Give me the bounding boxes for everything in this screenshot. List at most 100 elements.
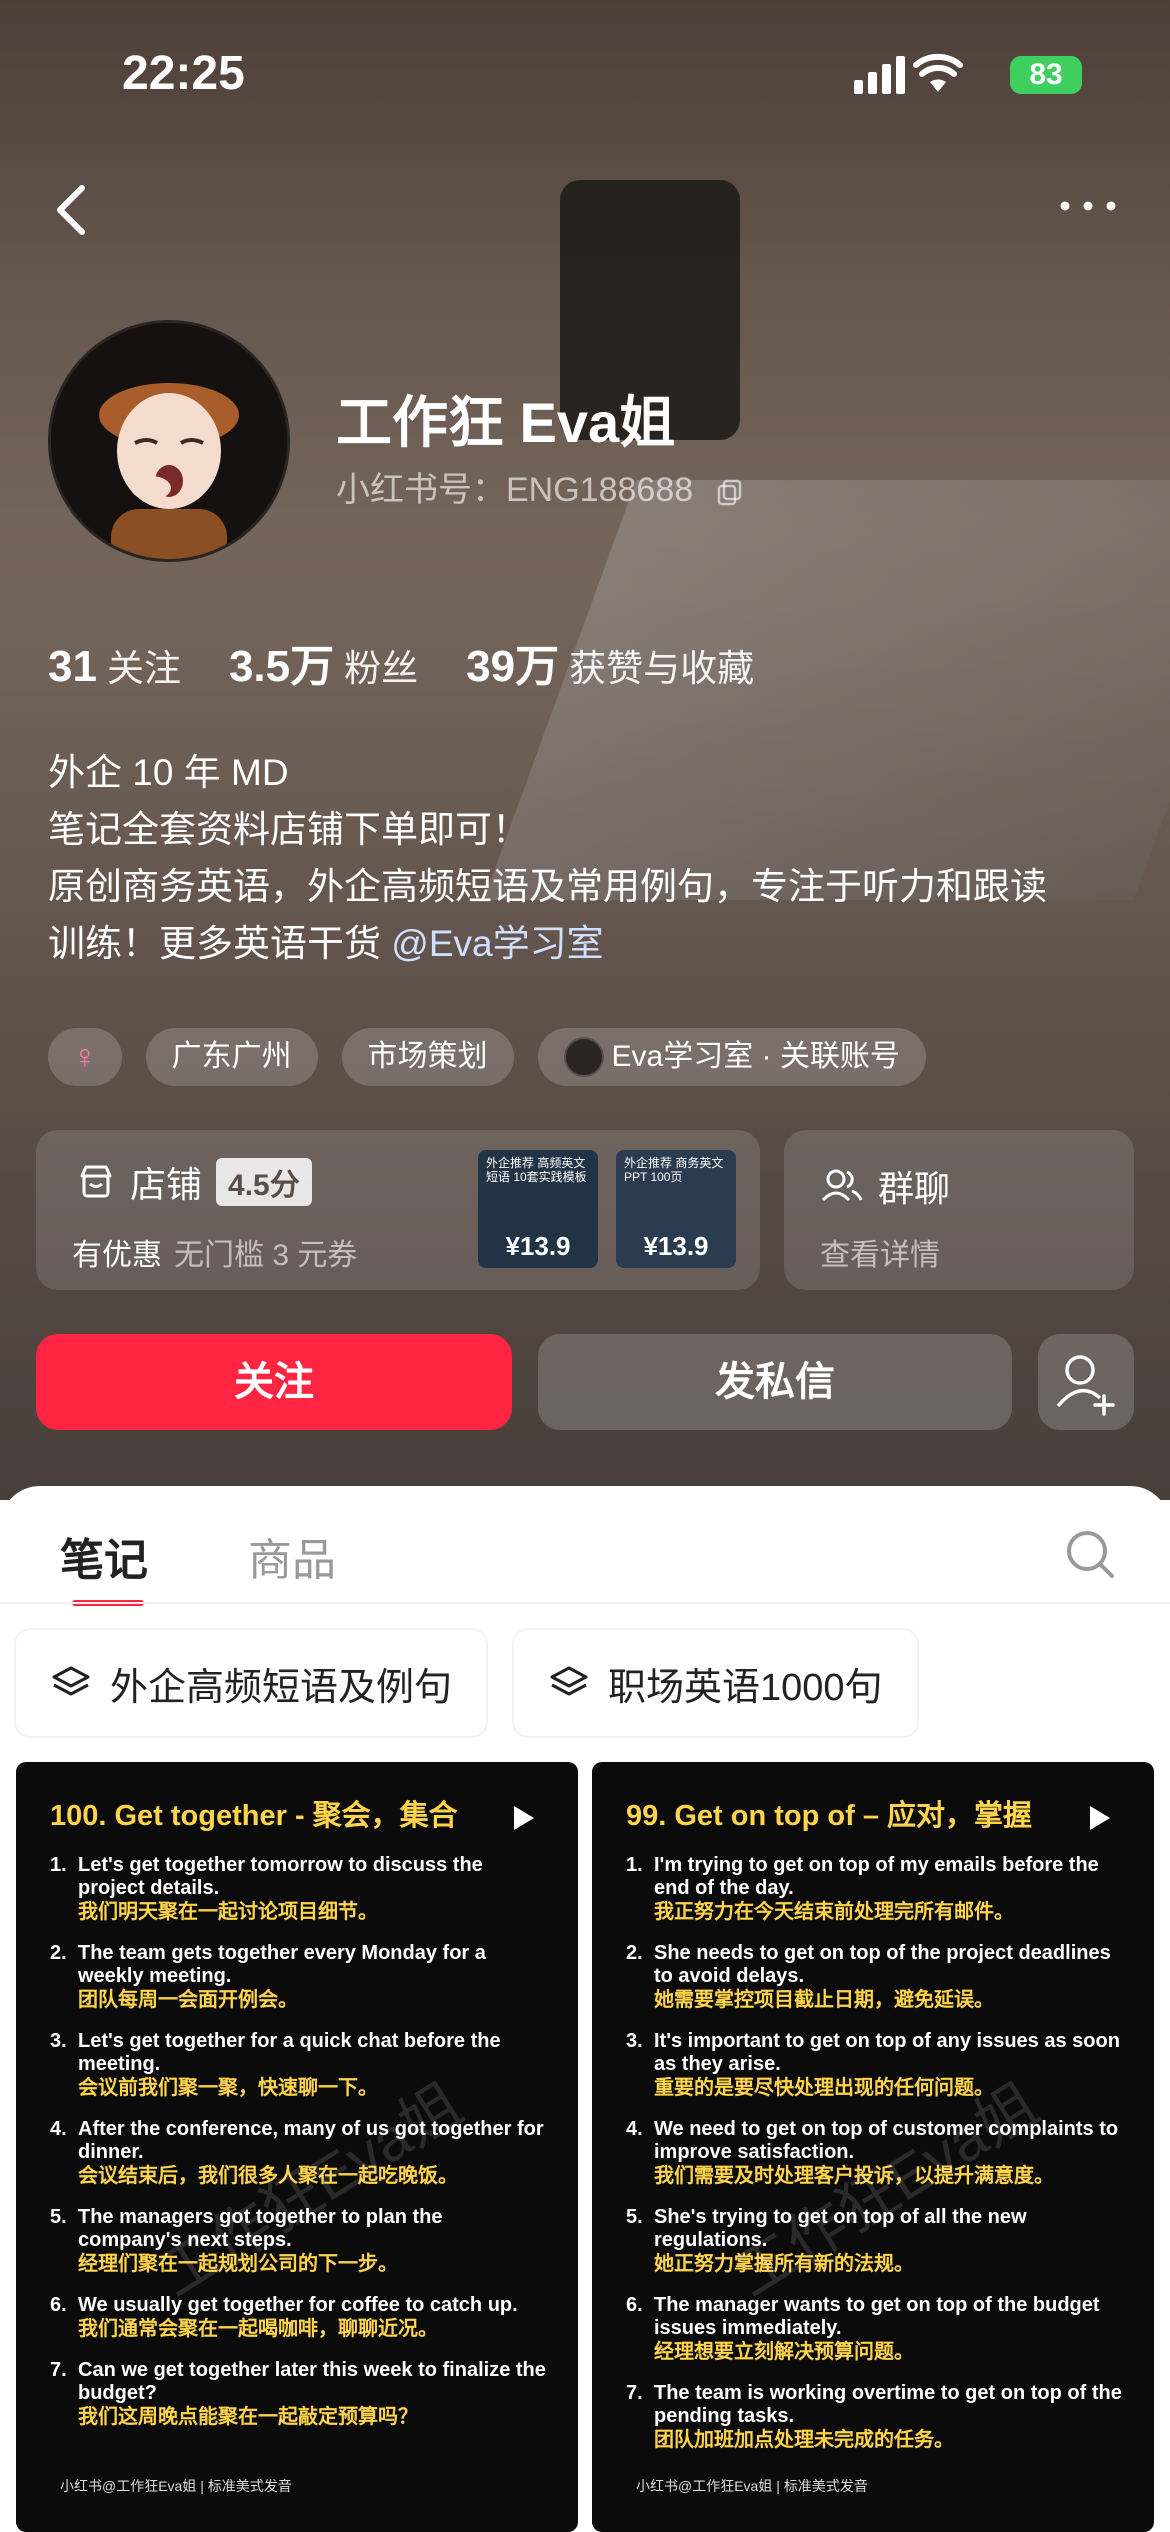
back-button[interactable] (44, 180, 104, 240)
stat-following-label: 关注 (106, 648, 181, 689)
stat-followers-label: 粉丝 (344, 648, 419, 689)
avatar-memoji-image (51, 323, 287, 559)
stat-likes[interactable]: 39万 获赞与收藏 (466, 630, 754, 694)
stat-likes-count: 39万 (466, 642, 560, 691)
note-item-zh: 我们通常会聚在一起喝咖啡，聊聊近况。 (78, 2318, 438, 2340)
group-chat-card[interactable]: 群聊 查看详情 (784, 1130, 1134, 1290)
note-item-en: Let's get together for a quick chat befo… (78, 2030, 501, 2075)
note-item: 2. The team gets together every Monday fo… (50, 1942, 550, 2012)
tabs-divider (0, 1602, 1170, 1604)
back-arrow-icon (57, 185, 85, 235)
profile-bio: 外企 10 年 MD 笔记全套资料店铺下单即可！ 原创商务英语，外企高频短语及常… (48, 744, 1128, 972)
note-footer: 小红书@工作狂Eva姐 | 标准美式发音 (636, 2478, 868, 2494)
product-thumb-title: 外企推荐 商务英文PPT 100页 (624, 1156, 724, 1184)
avatar[interactable] (48, 320, 290, 562)
product-thumb[interactable]: 外企推荐 商务英文PPT 100页 ¥13.9 (616, 1150, 736, 1268)
collections-row: 外企高频短语及例句 职场英语1000句 (16, 1630, 917, 1736)
content-tabs: 笔记 商品 (60, 1524, 336, 1606)
group-chat-title: 群聊 (878, 1168, 951, 1209)
shop-promo-label: 有优惠 (72, 1239, 162, 1272)
tab-goods[interactable]: 商品 (248, 1524, 336, 1588)
location-tag: 广东广州 (145, 1028, 318, 1086)
product-thumb-title: 外企推荐 高频英文短语 10套实践模板 (486, 1156, 587, 1184)
copy-icon[interactable] (715, 477, 745, 507)
note-item-en: Can we get together later this week to f… (78, 2359, 546, 2404)
stat-following[interactable]: 31 关注 (48, 638, 181, 692)
layers-icon (550, 1666, 588, 1696)
group-chat-icon (821, 1169, 863, 1202)
signal-wifi-icon (854, 53, 963, 94)
bio-line: 原创商务英语，外企高频短语及常用例句，专注于听力和跟读 (48, 866, 1047, 907)
shop-title-row: 店铺 4.5分 (76, 1156, 312, 1208)
tab-notes[interactable]: 笔记 (60, 1524, 148, 1606)
note-item-zh: 她需要掌控项目截止日期，避免延误。 (654, 1989, 994, 2011)
linked-account-label: Eva学习室 · 关联账号 (611, 1040, 900, 1073)
note-item-zh: 团队加班加点处理未完成的任务。 (654, 2429, 954, 2451)
group-chat-sub: 查看详情 (820, 1239, 940, 1272)
note-item: 1. Let's get together tomorrow to discuss… (50, 1854, 550, 1924)
note-item-zh: 经理想要立刻解决预算问题。 (654, 2341, 914, 2363)
message-button[interactable]: 发私信 (538, 1334, 1012, 1430)
battery-indicator: 83 (1010, 56, 1082, 94)
search-button[interactable] (1062, 1526, 1118, 1582)
note-item: 3. It's important to get on top of any is… (626, 2030, 1126, 2100)
note-item-zh: 会议前我们聚一聚，快速聊一下。 (78, 2077, 378, 2099)
profile-stats: 31 关注 3.5万 粉丝 39万 获赞与收藏 (48, 630, 754, 694)
add-friend-button[interactable] (1038, 1334, 1134, 1430)
collection-chip[interactable]: 外企高频短语及例句 (16, 1630, 487, 1736)
note-item-zh: 我正努力在今天结束前处理完所有邮件。 (654, 1901, 1014, 1923)
note-item-en: The team gets together every Monday for … (78, 1942, 486, 1987)
profile-tags: ♀ 广东广州 市场策划 Eva学习室 · 关联账号 (48, 1028, 926, 1086)
product-thumb[interactable]: 外企推荐 高频英文短语 10套实践模板 ¥13.9 (478, 1150, 598, 1268)
product-price: ¥13.9 (643, 1231, 709, 1261)
note-title: 99. Get on top of – 应对，掌握 (626, 1800, 1033, 1832)
note-item-en: The team is working overtime to get on t… (654, 2382, 1122, 2427)
bio-mention-link[interactable]: @Eva学习室 (391, 923, 603, 964)
profile-id[interactable]: 小红书号：ENG188688 (336, 462, 745, 511)
note-item: 7. Can we get together later this week to… (50, 2359, 550, 2429)
group-chat-title-row: 群聊 (820, 1160, 950, 1212)
note-item-en: It's important to get on top of any issu… (654, 2030, 1120, 2075)
note-item-zh: 团队每周一会面开例会。 (78, 1989, 298, 2011)
note-item: 2. She needs to get on top of the project… (626, 1942, 1126, 2012)
shop-score: 4.5分 (216, 1158, 312, 1206)
note-item-en: We usually get together for coffee to ca… (78, 2294, 518, 2316)
bio-line: 训练！更多英语干货 @Eva学习室 (48, 915, 1128, 972)
shop-icon (80, 1165, 112, 1198)
note-item: 3. Let's get together for a quick chat be… (50, 2030, 550, 2100)
shop-card[interactable]: 店铺 4.5分 有优惠 无门槛 3 元券 外企推荐 高频英文短语 10套实践模板 … (36, 1130, 760, 1290)
shop-title: 店铺 (130, 1164, 203, 1205)
follow-button[interactable]: 关注 (36, 1334, 512, 1430)
search-icon (1067, 1531, 1114, 1578)
note-item-zh: 重要的是要尽快处理出现的任何问题。 (654, 2077, 994, 2099)
note-item: 6. The manager wants to get on top of the… (626, 2294, 1126, 2364)
note-item-zh: 我们这周晚点能聚在一起敲定预算吗？ (78, 2406, 418, 2428)
shop-promo-detail: 无门槛 3 元券 (174, 1239, 358, 1272)
note-card[interactable]: 99. Get on top of – 应对，掌握 1. I'm trying t… (592, 1762, 1154, 2532)
linked-account-avatar (563, 1037, 604, 1077)
note-card[interactable]: 100. Get together - 聚会，集合 1. Let's get to… (16, 1762, 578, 2532)
layers-icon (52, 1666, 90, 1696)
product-price: ¥13.9 (505, 1231, 571, 1261)
note-item-en: The manager wants to get on top of the b… (654, 2294, 1100, 2339)
play-icon (1090, 1806, 1110, 1830)
stat-followers[interactable]: 3.5万 粉丝 (229, 630, 418, 694)
shop-promo: 有优惠 无门槛 3 元券 (72, 1230, 357, 1274)
stat-likes-label: 获赞与收藏 (569, 648, 755, 689)
stat-followers-count: 3.5万 (228, 642, 335, 691)
stat-following-count: 31 (48, 642, 97, 691)
note-item-en: I'm trying to get on top of my emails be… (654, 1854, 1099, 1899)
status-time: 22:25 (122, 47, 245, 100)
bio-line: 笔记全套资料店铺下单即可！ (48, 809, 529, 850)
note-item: 6. We usually get together for coffee to … (50, 2294, 518, 2340)
gender-tag: ♀ (48, 1028, 122, 1086)
collection-chip[interactable]: 职场英语1000句 (514, 1630, 917, 1736)
note-item: 7. The team is working overtime to get on… (626, 2382, 1126, 2452)
female-icon: ♀ (72, 1038, 98, 1076)
play-icon (514, 1806, 534, 1830)
more-options-button[interactable] (1050, 186, 1130, 226)
status-icons: 83 (850, 52, 1090, 102)
linked-account-tag[interactable]: Eva学习室 · 关联账号 (537, 1028, 926, 1086)
add-user-icon (1056, 1355, 1115, 1416)
note-footer: 小红书@工作狂Eva姐 | 标准美式发音 (60, 2478, 292, 2494)
